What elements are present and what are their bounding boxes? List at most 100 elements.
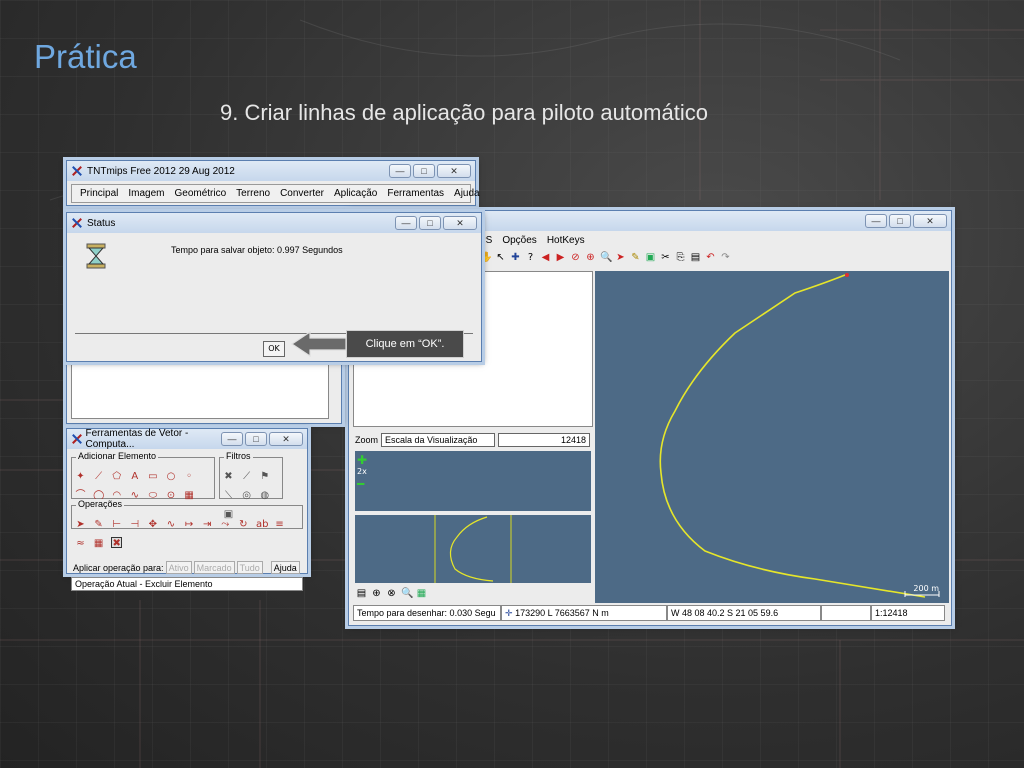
coord-icon: ✛ bbox=[505, 608, 513, 618]
vector-tools-app-icon bbox=[71, 433, 82, 445]
main-map-view[interactable]: 200 m bbox=[595, 271, 949, 603]
add-polygon-icon[interactable]: ⬠ bbox=[111, 471, 122, 482]
side-panel-list[interactable] bbox=[71, 363, 329, 419]
zoom-out-icon[interactable]: 🔍 bbox=[600, 252, 612, 263]
display-maximize-button[interactable]: □ bbox=[889, 214, 911, 228]
filter-1-icon[interactable]: ✖ bbox=[223, 471, 234, 482]
add-icon[interactable]: ✚ bbox=[510, 252, 521, 263]
application-line bbox=[659, 273, 940, 598]
zoom-value-field[interactable]: 12418 bbox=[498, 433, 591, 447]
status-maximize-button[interactable]: □ bbox=[419, 216, 441, 230]
op-extend-icon[interactable]: ↦ bbox=[184, 519, 195, 530]
magnify-icon[interactable]: 🔍 bbox=[401, 588, 413, 599]
add-rect-icon[interactable]: ▭ bbox=[147, 471, 158, 482]
minimize-button[interactable]: — bbox=[389, 164, 411, 178]
vt-maximize-button[interactable]: □ bbox=[245, 432, 267, 446]
filter-3-icon[interactable]: ⚑ bbox=[259, 471, 270, 482]
op-join-icon[interactable]: ⊣ bbox=[129, 519, 140, 530]
add-point-icon[interactable]: ✦ bbox=[75, 471, 86, 482]
add-ellipse-icon[interactable]: ⬭ bbox=[147, 490, 158, 501]
op-select-icon[interactable]: ➤ bbox=[75, 519, 86, 530]
op-rotate-icon[interactable]: ↻ bbox=[238, 519, 249, 530]
menu-geometrico[interactable]: Geométrico bbox=[174, 188, 226, 199]
menu-imagem[interactable]: Imagem bbox=[128, 188, 164, 199]
add-line-icon[interactable]: ⟋ bbox=[93, 471, 104, 482]
add-vertex-icon[interactable]: ◦ bbox=[184, 471, 195, 482]
mini-map-view[interactable] bbox=[355, 515, 591, 583]
menu-hotkeys[interactable]: HotKeys bbox=[547, 235, 585, 246]
status-close-button[interactable]: ✕ bbox=[443, 216, 477, 230]
main-window-titlebar[interactable]: TNTmips Free 2012 29 Aug 2012 — □ ✕ bbox=[67, 161, 475, 181]
side-panel-window bbox=[66, 360, 342, 424]
filter-4-icon[interactable]: ⟍ bbox=[223, 490, 234, 501]
menu-ajuda[interactable]: Ajuda bbox=[454, 188, 480, 199]
ok-button[interactable]: OK bbox=[263, 341, 285, 357]
op-attr-icon[interactable]: ≡ bbox=[274, 519, 285, 530]
select-icon[interactable]: ↖ bbox=[495, 252, 506, 263]
legend-icon[interactable]: ▤ bbox=[356, 588, 367, 599]
menu-terreno[interactable]: Terreno bbox=[236, 188, 270, 199]
vt-minimize-button[interactable]: — bbox=[221, 432, 243, 446]
vector-tools-window: Ferramentas de Vetor - Computa... — □ ✕ … bbox=[66, 428, 308, 591]
arrow-right-icon[interactable]: ▶ bbox=[555, 252, 566, 263]
add-buffer-icon[interactable]: ⊙ bbox=[165, 490, 176, 501]
zoom-full-icon[interactable]: ⊗ bbox=[386, 588, 397, 599]
zoom-out-green-icon[interactable]: ━ bbox=[357, 477, 364, 491]
pencil-icon[interactable]: ✎ bbox=[630, 252, 641, 263]
op-smooth-icon[interactable]: ≈ bbox=[75, 538, 86, 549]
delete-element-icon[interactable]: ✖ bbox=[111, 537, 123, 549]
menu-principal[interactable]: Principal bbox=[80, 188, 118, 199]
pointer-icon[interactable]: ➤ bbox=[615, 252, 626, 263]
status-minimize-button[interactable]: — bbox=[395, 216, 417, 230]
undo-icon[interactable]: ↶ bbox=[705, 252, 716, 263]
op-snap-icon[interactable]: ⤳ bbox=[220, 519, 231, 530]
filter-6-icon[interactable]: ◍ bbox=[259, 490, 270, 501]
menu-opcoes[interactable]: Opções bbox=[502, 235, 536, 246]
paste-icon[interactable]: ▤ bbox=[690, 252, 701, 263]
apply-marked-button[interactable]: Marcado bbox=[193, 561, 235, 574]
cut-icon[interactable]: ✂ bbox=[660, 252, 671, 263]
display-minimize-button[interactable]: — bbox=[865, 214, 887, 228]
zoom-icon[interactable]: ⊕ bbox=[371, 588, 382, 599]
stop-icon[interactable]: ⊘ bbox=[570, 252, 581, 263]
display-close-button[interactable]: ✕ bbox=[913, 214, 947, 228]
menu-ferramentas[interactable]: Ferramentas bbox=[387, 188, 444, 199]
main-window: TNTmips Free 2012 29 Aug 2012 — □ ✕ Prin… bbox=[66, 160, 480, 206]
op-grid-icon[interactable]: ▦ bbox=[93, 538, 104, 549]
menu-converter[interactable]: Converter bbox=[280, 188, 324, 199]
vector-tools-titlebar[interactable]: Ferramentas de Vetor - Computa... — □ ✕ bbox=[67, 428, 307, 450]
op-move-icon[interactable]: ✥ bbox=[147, 519, 158, 530]
overview-map[interactable]: ✚ 2x ━ bbox=[355, 451, 591, 511]
apply-all-button[interactable]: Tudo bbox=[236, 561, 263, 574]
vt-help-button[interactable]: Ajuda bbox=[270, 561, 300, 574]
op-reshape-icon[interactable]: ∿ bbox=[165, 519, 176, 530]
close-button[interactable]: ✕ bbox=[437, 164, 471, 178]
filter-5-icon[interactable]: ◎ bbox=[241, 490, 252, 501]
slide-subtitle: 9. Criar linhas de aplicação para piloto… bbox=[220, 100, 708, 125]
arrow-left-icon[interactable]: ◀ bbox=[540, 252, 551, 263]
add-node-icon[interactable]: ○ bbox=[165, 471, 176, 482]
op-label-icon[interactable]: ab bbox=[256, 519, 268, 530]
filter-2-icon[interactable]: ⟋ bbox=[241, 471, 252, 482]
status-titlebar[interactable]: Status — □ ✕ bbox=[67, 213, 481, 233]
query-icon[interactable]: ? bbox=[525, 252, 536, 263]
add-grid-icon[interactable]: ▦ bbox=[184, 490, 195, 501]
op-paint-icon[interactable]: ✎ bbox=[93, 519, 104, 530]
op-split-icon[interactable]: ⊢ bbox=[111, 519, 122, 530]
add-element-tools: ✦ ⟋ ⬠ A ▭ ○ ◦ ⌒ ◯ ◠ ∿ ⬭ ⊙ ▦ bbox=[72, 458, 214, 502]
display-menubar: PS Opções HotKeys bbox=[479, 235, 585, 246]
copy-icon[interactable]: ⎘ bbox=[675, 252, 686, 263]
add-spline-icon[interactable]: ∿ bbox=[129, 490, 140, 501]
maximize-button[interactable]: □ bbox=[413, 164, 435, 178]
op-trim-icon[interactable]: ⇥ bbox=[202, 519, 213, 530]
add-text-icon[interactable]: A bbox=[129, 471, 140, 482]
zoom-mode-select[interactable]: Escala da Visualização bbox=[381, 433, 496, 447]
redo-icon[interactable]: ↷ bbox=[720, 252, 731, 263]
layer-icon[interactable]: ▣ bbox=[645, 252, 656, 263]
apply-active-button[interactable]: Ativo bbox=[165, 561, 192, 574]
menu-aplicacao[interactable]: Aplicação bbox=[334, 188, 377, 199]
zoom-in-icon[interactable]: ⊕ bbox=[585, 252, 596, 263]
vt-close-button[interactable]: ✕ bbox=[269, 432, 303, 446]
map-icon[interactable]: ▦ bbox=[416, 588, 427, 599]
zoom-in-green-icon[interactable]: ✚ bbox=[357, 453, 367, 467]
